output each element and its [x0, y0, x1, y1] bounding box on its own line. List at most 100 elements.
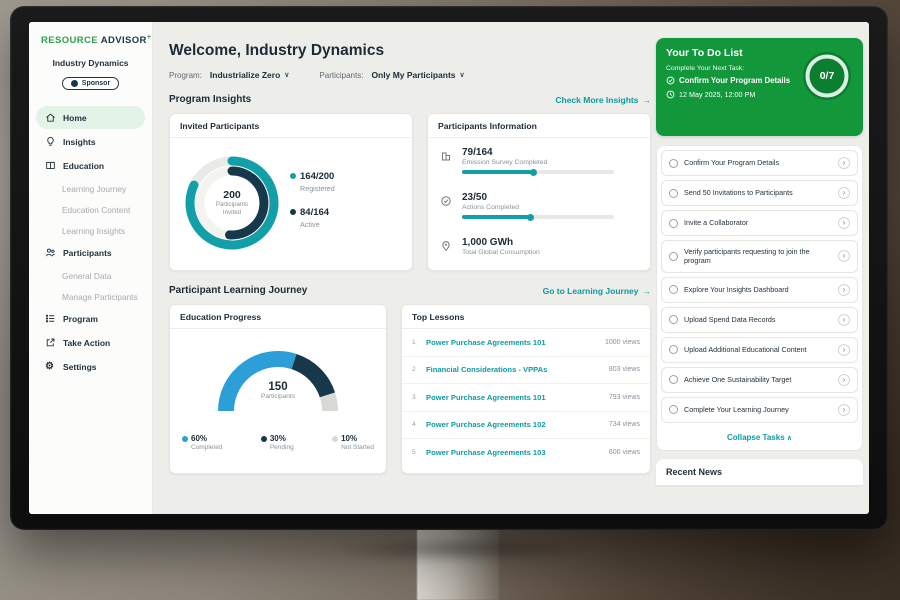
chevron-right-icon[interactable]: › — [838, 250, 850, 262]
task-list: Confirm Your Program Details › Send 50 I… — [656, 145, 863, 451]
chevron-up-icon: ∧ — [787, 435, 792, 442]
task-checkbox[interactable] — [669, 189, 678, 198]
legend-item: 30% Pending — [261, 434, 294, 451]
program-filter-label: Program: — [169, 71, 202, 80]
gauge-legend: 60% Completed 30% Pending 10% Not Starte… — [170, 434, 386, 451]
progress-bar — [462, 170, 614, 174]
lesson-rank: 2 — [412, 366, 426, 373]
chevron-right-icon[interactable]: › — [838, 157, 850, 169]
check-more-insights-link[interactable]: Check More Insights → — [555, 95, 651, 105]
recent-news-header[interactable]: Recent News — [656, 459, 863, 485]
chevron-right-icon[interactable]: › — [838, 187, 850, 199]
sidebar-item-education-content[interactable]: Education Content — [29, 199, 152, 220]
go-to-learning-journey-link[interactable]: Go to Learning Journey → — [543, 286, 651, 296]
task-checkbox[interactable] — [669, 159, 678, 168]
task-label: Verify participants requesting to join t… — [684, 247, 832, 266]
sidebar-item-participants[interactable]: Participants — [36, 241, 145, 264]
sidebar-item-general-data[interactable]: General Data — [29, 265, 152, 286]
legend-item: 164/200 Registered — [290, 171, 335, 193]
participants-icon — [45, 247, 56, 258]
task-checkbox[interactable] — [669, 315, 678, 324]
lesson-link[interactable]: Power Purchase Agreements 101 — [426, 338, 605, 347]
lesson-row: 4 Power Purchase Agreements 102 734 view… — [402, 412, 650, 440]
top-lessons-card: Top Lessons 1 Power Purchase Agreements … — [401, 304, 651, 474]
task-row[interactable]: Upload Spend Data Records › — [661, 307, 858, 333]
education-progress-card: Education Progress 150 Participants 60% … — [169, 304, 387, 474]
lesson-link[interactable]: Power Purchase Agreements 103 — [426, 448, 609, 457]
collapse-tasks-link[interactable]: Collapse Tasks ∧ — [661, 427, 858, 446]
task-checkbox[interactable] — [669, 375, 678, 384]
legend-dot — [332, 436, 338, 442]
sidebar-item-education[interactable]: Education — [36, 154, 145, 177]
task-row[interactable]: Upload Additional Educational Content › — [661, 337, 858, 363]
chevron-right-icon[interactable]: › — [838, 404, 850, 416]
sidebar-item-insights[interactable]: Insights — [36, 130, 145, 153]
sponsor-badge-label: Sponsor — [82, 80, 110, 87]
task-label: Complete Your Learning Journey — [684, 405, 832, 414]
lesson-link[interactable]: Power Purchase Agreements 101 — [426, 393, 609, 402]
legend-dot — [261, 436, 267, 442]
task-label: Upload Spend Data Records — [684, 315, 832, 324]
lesson-link[interactable]: Financial Considerations - VPPAs — [426, 365, 609, 374]
sponsor-badge[interactable]: Sponsor — [62, 77, 119, 90]
check-more-insights-label: Check More Insights — [555, 95, 638, 105]
stat-row: 1,000 GWh Total Global Consumption — [428, 228, 650, 273]
clock-icon — [666, 90, 675, 99]
participants-select[interactable]: Only My Participants ∨ — [371, 70, 464, 80]
recent-news-title: Recent News — [666, 467, 722, 477]
sidebar: RESOURCE ADVISOR+ Industry Dynamics Spon… — [29, 22, 153, 514]
legend-value: 10% — [341, 434, 357, 443]
chevron-down-icon: ∨ — [284, 71, 289, 79]
legend-value: 30% — [270, 434, 286, 443]
sidebar-item-label: General Data — [62, 271, 111, 281]
program-icon — [45, 313, 56, 324]
chevron-right-icon[interactable]: › — [838, 374, 850, 386]
sidebar-item-label: Manage Participants — [62, 292, 138, 302]
task-row[interactable]: Verify participants requesting to join t… — [661, 240, 858, 273]
sidebar-item-settings[interactable]: ⚙ Settings — [36, 355, 145, 378]
sidebar-item-manage-participants[interactable]: Manage Participants — [29, 286, 152, 307]
chevron-right-icon[interactable]: › — [838, 344, 850, 356]
consumption-icon — [440, 239, 452, 251]
task-row[interactable]: Confirm Your Program Details › — [661, 150, 858, 176]
sidebar-item-home[interactable]: Home — [36, 106, 145, 129]
take-action-icon — [45, 337, 56, 348]
task-checkbox[interactable] — [669, 252, 678, 261]
task-row[interactable]: Send 50 Invitations to Participants › — [661, 180, 858, 206]
task-label: Achieve One Sustainability Target — [684, 375, 832, 384]
task-checkbox[interactable] — [669, 405, 678, 414]
legend-item: 10% Not Started — [332, 434, 374, 451]
chevron-right-icon[interactable]: › — [838, 217, 850, 229]
stat-row: 79/164 Emission Survey Completed — [428, 138, 650, 183]
todo-progress-value: 0/7 — [801, 50, 853, 102]
monitor: RESOURCE ADVISOR+ Industry Dynamics Spon… — [10, 6, 888, 530]
sidebar-item-program[interactable]: Program — [36, 307, 145, 330]
task-checkbox[interactable] — [669, 219, 678, 228]
invited-participants-donut: 200 Participants Invited — [180, 151, 284, 255]
task-row[interactable]: Explore Your Insights Dashboard › — [661, 277, 858, 303]
program-select[interactable]: Industrialize Zero ∨ — [210, 70, 290, 80]
home-icon — [45, 112, 56, 123]
chevron-right-icon[interactable]: › — [838, 314, 850, 326]
task-label: Explore Your Insights Dashboard — [684, 285, 832, 294]
task-row[interactable]: Complete Your Learning Journey › — [661, 397, 858, 423]
sidebar-item-label: Education — [63, 161, 104, 171]
stat-label: Actions Completed — [462, 204, 638, 211]
sidebar-item-learning-journey[interactable]: Learning Journey — [29, 178, 152, 199]
chevron-right-icon[interactable]: › — [838, 284, 850, 296]
program-select-value: Industrialize Zero — [210, 70, 280, 80]
chevron-down-icon: ∨ — [460, 71, 465, 79]
lesson-link[interactable]: Power Purchase Agreements 102 — [426, 420, 609, 429]
sidebar-item-learning-insights[interactable]: Learning Insights — [29, 220, 152, 241]
task-checkbox[interactable] — [669, 345, 678, 354]
legend-label: Pending — [270, 444, 294, 451]
sidebar-item-label: Education Content — [62, 205, 130, 215]
task-checkbox[interactable] — [669, 285, 678, 294]
logo-primary: RESOURCE — [41, 35, 98, 46]
task-row[interactable]: Achieve One Sustainability Target › — [661, 367, 858, 393]
sidebar-item-take-action[interactable]: Take Action — [36, 331, 145, 354]
task-row[interactable]: Invite a Collaborator › — [661, 210, 858, 236]
todo-next-task[interactable]: Confirm Your Program Details — [666, 76, 801, 85]
task-label: Send 50 Invitations to Participants — [684, 188, 832, 197]
education-progress-gauge: 150 Participants — [208, 341, 348, 424]
